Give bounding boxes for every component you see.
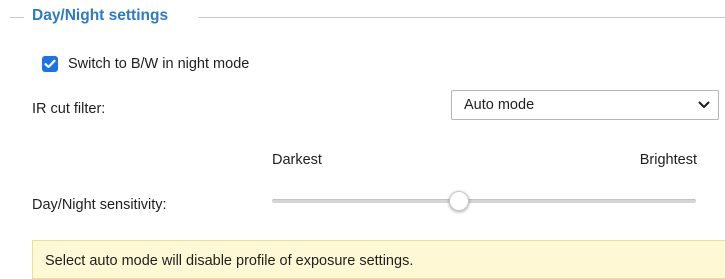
notice-text: Select auto mode will disable profile of… (45, 253, 414, 269)
section-header: Day/Night settings (0, 6, 725, 28)
notice-banner: Select auto mode will disable profile of… (32, 240, 725, 279)
bw-switch-row[interactable]: Switch to B/W in night mode (42, 54, 249, 74)
bw-switch-label[interactable]: Switch to B/W in night mode (68, 56, 249, 72)
sensitivity-label: Day/Night sensitivity: (32, 197, 167, 213)
slider-max-label: Brightest (639, 152, 697, 168)
section-title: Day/Night settings (32, 7, 169, 24)
sensitivity-slider[interactable] (272, 190, 696, 212)
ir-cut-filter-value: Auto mode (464, 97, 535, 113)
ir-cut-filter-select[interactable]: Auto mode (451, 90, 719, 120)
section-rule-left (10, 17, 24, 18)
bw-switch-checkbox[interactable] (42, 56, 58, 72)
slider-track[interactable] (272, 199, 696, 203)
ir-cut-filter-label: IR cut filter: (32, 101, 106, 117)
day-night-settings-panel: Day/Night settings Switch to B/W in nigh… (0, 0, 725, 279)
section-rule-right (198, 17, 725, 18)
slider-thumb[interactable] (448, 191, 469, 211)
slider-min-label: Darkest (272, 152, 322, 168)
check-icon (44, 59, 56, 69)
chevron-down-icon (698, 101, 710, 108)
